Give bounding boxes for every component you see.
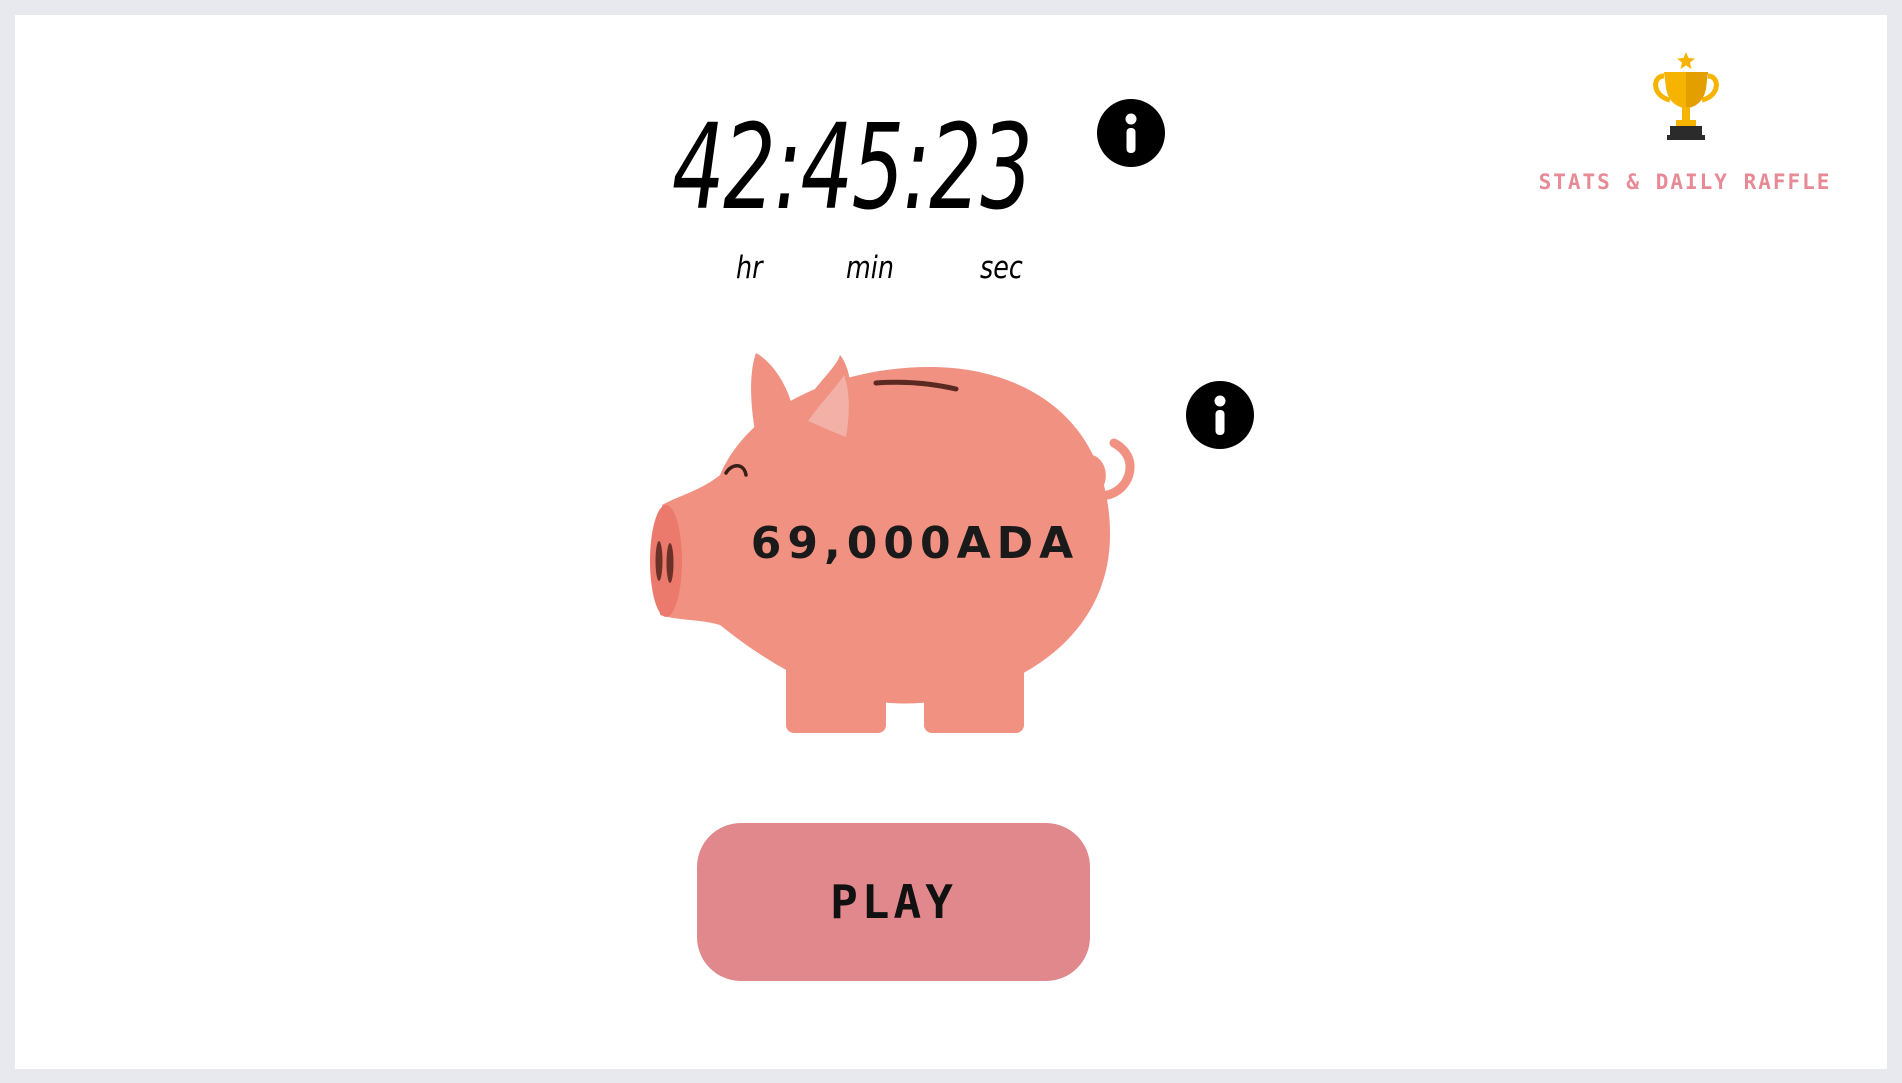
stats-raffle-link[interactable]: STATS & DAILY RAFFLE: [1520, 170, 1850, 194]
play-button[interactable]: PLAY: [697, 823, 1090, 981]
countdown-timer: 42:45:23: [672, 98, 1033, 236]
jackpot-amount: 69,000ADA: [750, 518, 1080, 569]
pot-info-button[interactable]: [1186, 381, 1254, 449]
timer-unit-hours: hr: [736, 250, 763, 286]
timer-info-button[interactable]: [1097, 99, 1165, 167]
trophy-icon[interactable]: [1650, 50, 1722, 142]
timer-unit-minutes: min: [846, 250, 894, 286]
info-icon: [1125, 113, 1137, 153]
info-icon: [1214, 395, 1226, 435]
timer-unit-seconds: sec: [980, 250, 1023, 286]
